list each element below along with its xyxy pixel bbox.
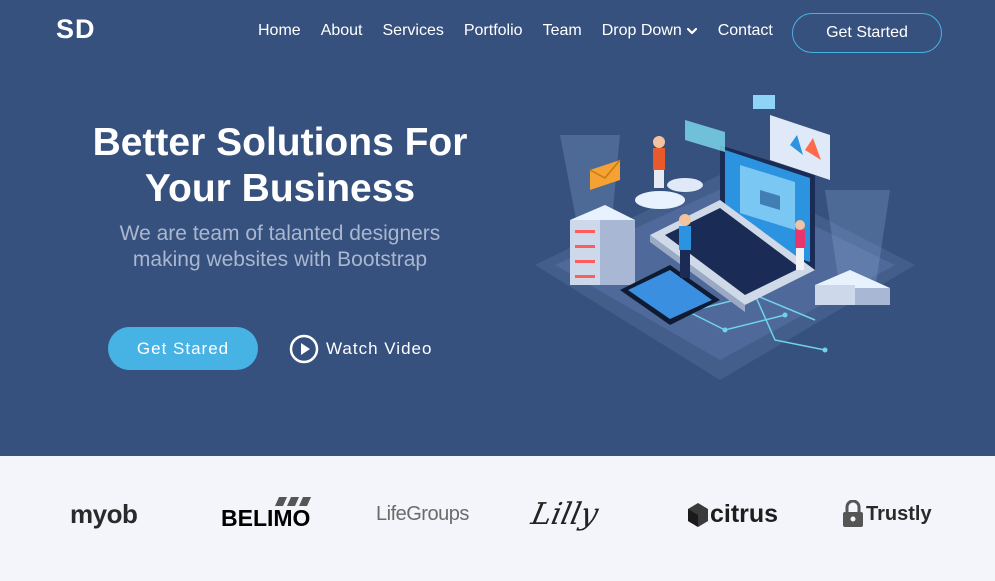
- hero-headline-line2: Your Business: [144, 167, 416, 210]
- watch-video-label: Watch Video: [326, 339, 433, 358]
- get-started-nav-button[interactable]: Get Started: [792, 13, 942, 53]
- hero-headline-line1: Better Solutions For: [92, 121, 468, 164]
- client-logo-myob: myob: [70, 498, 138, 529]
- nav-portfolio[interactable]: Portfolio: [464, 22, 523, 40]
- nav-dropdown-label: Drop Down: [601, 22, 682, 39]
- client-logo-lifegroups: LifeGroups: [376, 502, 469, 525]
- hero-subtitle-line2: making websites with Bootstrap: [132, 248, 428, 271]
- nav-team[interactable]: Team: [543, 22, 582, 40]
- citrus-mark-icon: [688, 503, 708, 527]
- client-logo-trustly: Trustly: [842, 494, 932, 534]
- nav-services[interactable]: Services: [383, 22, 444, 40]
- get-started-hero-button[interactable]: Get Stared: [108, 327, 258, 370]
- client-logo-citrus: citrus: [688, 494, 778, 534]
- client-logo-belimo: BELIMO: [221, 494, 311, 534]
- main-nav: Home About Services Portfolio Team Drop …: [258, 22, 793, 40]
- nav-contact[interactable]: Contact: [718, 22, 773, 40]
- nav-dropdown[interactable]: Drop Down: [602, 22, 698, 40]
- hero-section: SD Home About Services Portfolio Team Dr…: [0, 0, 995, 456]
- site-logo[interactable]: SD: [56, 14, 96, 45]
- padlock-icon: [843, 500, 863, 527]
- nav-about[interactable]: About: [321, 22, 363, 40]
- play-circle-icon: [289, 334, 319, 364]
- isometric-tech-illustration: [535, 95, 915, 380]
- hero-subtitle-line1: We are team of talanted designers: [119, 222, 441, 245]
- nav-home[interactable]: Home: [258, 22, 301, 40]
- hero-subtitle: We are team of talanted designers making…: [60, 221, 500, 273]
- chevron-down-icon: [686, 27, 697, 35]
- watch-video-link[interactable]: Watch Video: [289, 334, 432, 364]
- client-logos-section: myob BELIMO LifeGroups Lilly citrus Trus…: [0, 456, 995, 581]
- hero-headline: Better Solutions For Your Business: [60, 120, 500, 212]
- client-logo-lilly: Lilly: [528, 496, 602, 532]
